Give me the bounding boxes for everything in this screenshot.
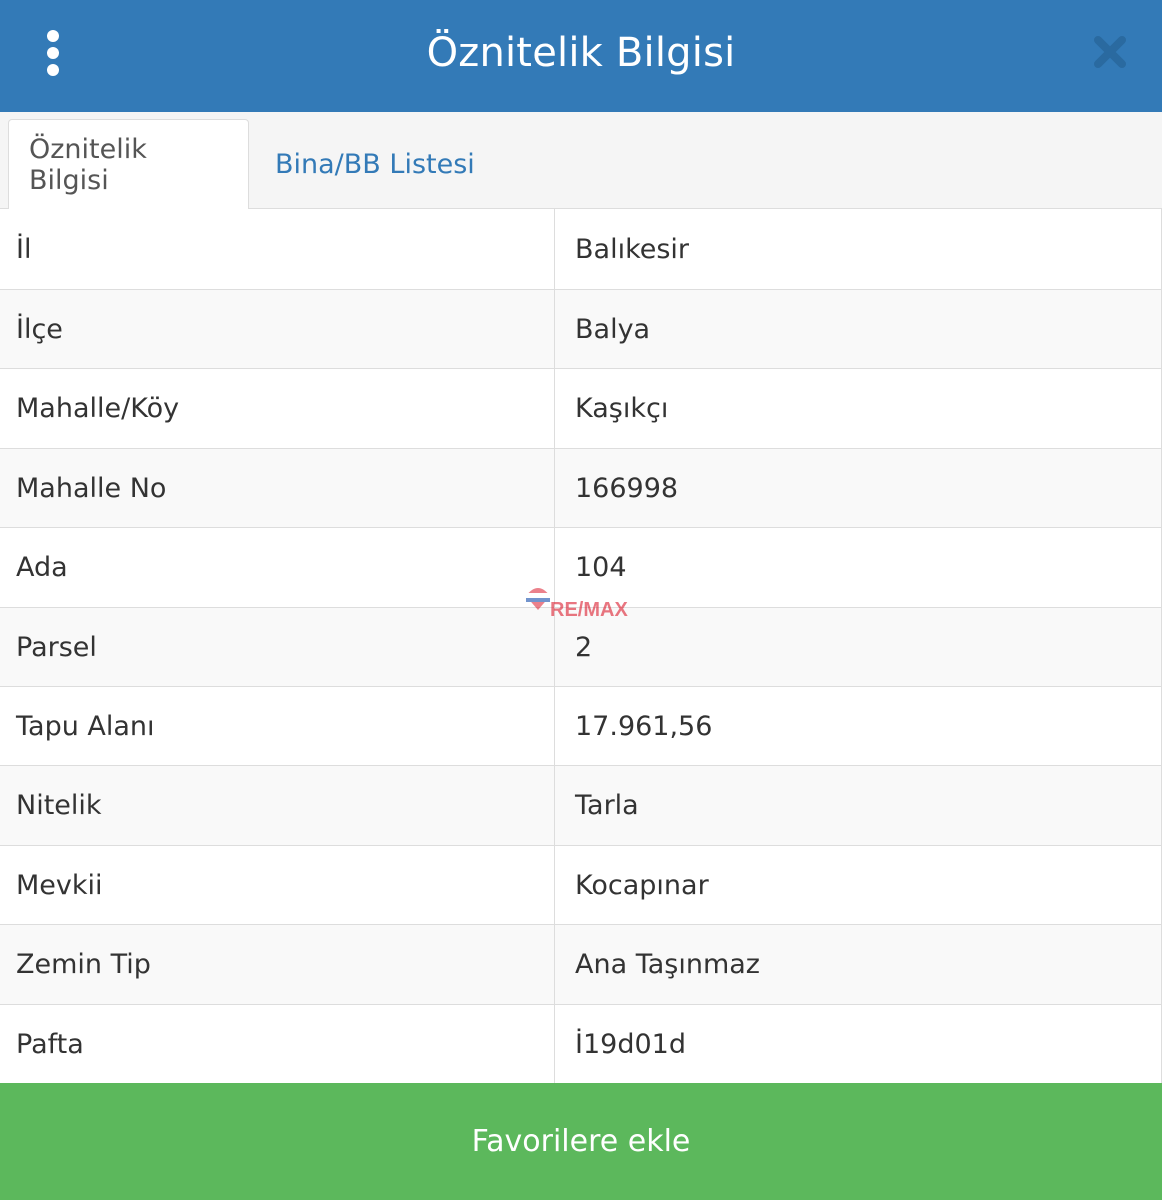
dialog-header: Öznitelik Bilgisi [0,0,1162,112]
attribute-key: Tapu Alanı [0,687,555,765]
table-row: Parsel 2 [0,607,1161,686]
tab-bar: Öznitelik Bilgisi Bina/BB Listesi [0,112,1162,210]
attribute-key: İlçe [0,290,555,368]
table-row: Zemin Tip Ana Taşınmaz [0,924,1161,1004]
attribute-key: Mahalle No [0,449,555,527]
dialog-title: Öznitelik Bilgisi [426,30,736,76]
attribute-key: Mahalle/Köy [0,369,555,448]
attribute-value: 166998 [575,472,679,504]
table-row: Mevkii Kocapınar [0,845,1161,924]
attribute-value: İ19d01d [575,1028,686,1060]
attribute-value: Kocapınar [575,869,709,901]
attribute-value: Balya [575,313,651,345]
table-row: Pafta İ19d01d [0,1004,1161,1083]
add-to-favorites-button[interactable]: Favorilere ekle [0,1083,1162,1200]
tab-oznitelik-bilgisi[interactable]: Öznitelik Bilgisi [8,119,249,210]
attribute-value: 2 [575,631,593,663]
attribute-value: Ana Taşınmaz [575,949,760,980]
table-row: İlçe Balya [0,289,1161,368]
table-row: Ada 104 [0,527,1161,607]
attribute-key: Mevkii [0,846,555,924]
attribute-key: Nitelik [0,766,555,845]
table-row: İl Balıkesir [0,209,1161,289]
attribute-table: İl Balıkesir İlçe Balya Mahalle/Köy Kaşıkçı Ma… [0,209,1162,1083]
attribute-value: 17.961,56 [575,710,713,742]
table-row: Mahalle No 166998 [0,448,1161,527]
attribute-key: Zemin Tip [0,925,555,1004]
table-row: Tapu Alanı 17.961,56 [0,686,1161,765]
close-icon[interactable] [1084,24,1136,80]
attribute-value: Tarla [575,790,639,821]
attribute-value: Balıkesir [575,233,690,265]
table-row: Mahalle/Köy Kaşıkçı [0,368,1161,448]
tab-bina-bb-listesi[interactable]: Bina/BB Listesi [255,119,495,209]
attribute-key: İl [0,209,555,289]
attribute-value: Kaşıkçı [575,393,669,424]
attribute-value: 104 [575,552,627,583]
attribute-key: Parsel [0,608,555,686]
attribute-key: Pafta [0,1005,555,1083]
table-row: Nitelik Tarla [0,765,1161,845]
attribute-key: Ada [0,528,555,607]
